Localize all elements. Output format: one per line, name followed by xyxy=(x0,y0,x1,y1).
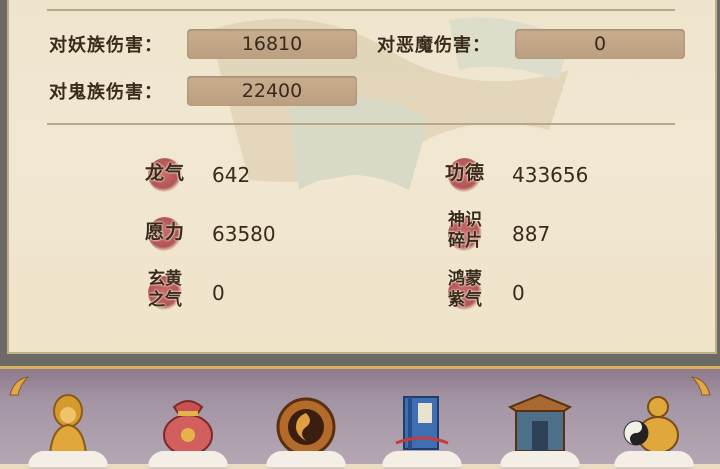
hongmeng-purple-qi-icon: 鸿蒙 紫气 xyxy=(440,266,490,316)
gourd-taiji-icon xyxy=(623,396,679,454)
wish-power-icon: 愿力 xyxy=(140,207,190,257)
middle-divider xyxy=(47,123,675,125)
top-divider xyxy=(47,9,675,11)
panel-frame: 对妖族伤害： 16810 对恶魔伤害： 0 对鬼族伤害： 22400 龙气 64… xyxy=(0,0,720,366)
xuanhuang-qi-value: 0 xyxy=(212,281,225,305)
hongmeng-purple-qi-value: 0 xyxy=(512,281,525,305)
divine-sense-fragment-value: 887 xyxy=(512,222,551,246)
menu-item-treasure-bag[interactable] xyxy=(148,389,228,469)
xuanhuang-qi-label: 玄黄 之气 xyxy=(148,269,182,310)
golden-monk-icon xyxy=(48,394,88,456)
shrine-gate-icon xyxy=(507,393,573,452)
left-ornament-icon xyxy=(9,376,30,396)
demon-damage-value: 16810 xyxy=(187,29,357,59)
dragon-qi-icon: 龙气 xyxy=(140,148,190,198)
evil-damage-value: 0 xyxy=(515,29,685,59)
demon-damage-label: 对妖族伤害： xyxy=(49,35,163,56)
dragon-qi-value: 642 xyxy=(212,163,251,187)
treasure-bag-icon xyxy=(163,400,213,456)
bronze-talisman-icon xyxy=(276,397,336,457)
menu-item-bronze-talisman[interactable] xyxy=(266,389,346,469)
menu-item-blue-book[interactable] xyxy=(382,389,462,469)
evil-damage-label: 对恶魔伤害： xyxy=(377,35,491,56)
merit-value: 433656 xyxy=(512,163,589,187)
divine-sense-fragment-label: 神识 碎片 xyxy=(448,210,482,251)
divine-sense-fragment-icon: 神识 碎片 xyxy=(440,207,490,257)
xuanhuang-qi-icon: 玄黄 之气 xyxy=(140,266,190,316)
ghost-damage-value: 22400 xyxy=(187,76,357,106)
bottom-menu-bar xyxy=(0,366,720,469)
menu-item-golden-monk[interactable] xyxy=(28,389,108,469)
stats-panel: 对妖族伤害： 16810 对恶魔伤害： 0 对鬼族伤害： 22400 龙气 64… xyxy=(7,0,717,354)
hongmeng-purple-qi-label: 鸿蒙 紫气 xyxy=(448,269,482,310)
wish-power-value: 63580 xyxy=(212,222,276,246)
blue-book-icon xyxy=(395,396,449,450)
menu-item-shrine-gate[interactable] xyxy=(500,389,580,469)
menu-item-gourd-taiji[interactable] xyxy=(614,389,694,469)
ghost-damage-label: 对鬼族伤害： xyxy=(49,82,163,103)
merit-icon: 功德 xyxy=(440,148,490,198)
